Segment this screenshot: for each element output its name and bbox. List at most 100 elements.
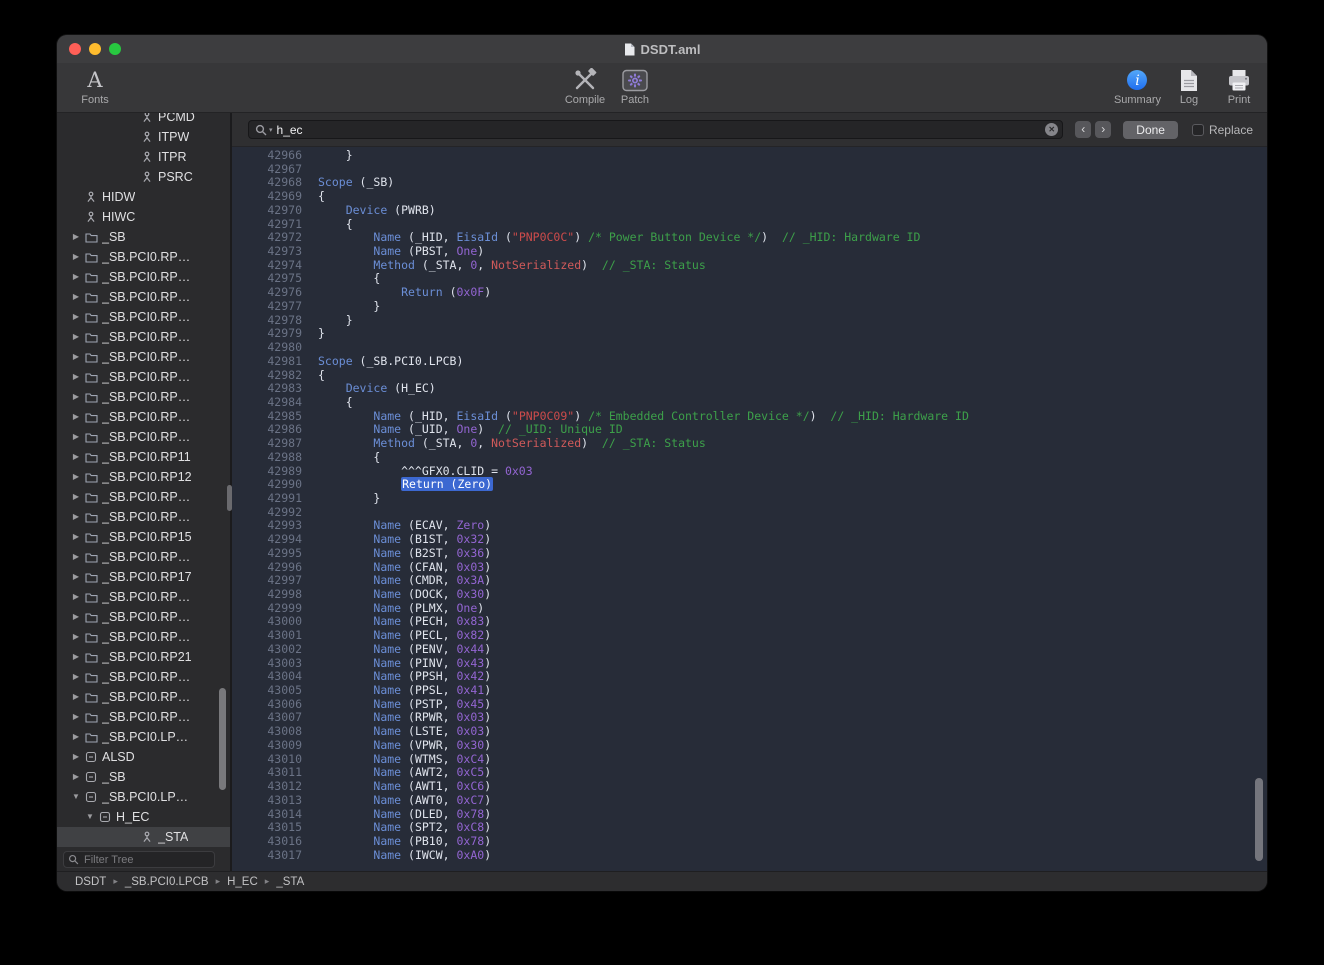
done-button[interactable]: Done bbox=[1123, 121, 1178, 139]
log-button[interactable]: Log bbox=[1167, 67, 1211, 106]
search-options-chevron-icon[interactable]: ▾ bbox=[269, 126, 273, 134]
tree-item-sb-pci0-rp[interactable]: ▶_SB.PCI0.RP… bbox=[57, 387, 230, 407]
disclosure-closed-icon[interactable]: ▶ bbox=[69, 687, 83, 707]
disclosure-closed-icon[interactable]: ▶ bbox=[69, 527, 83, 547]
find-next-button[interactable]: › bbox=[1095, 121, 1111, 138]
disclosure-closed-icon[interactable]: ▶ bbox=[69, 587, 83, 607]
line-number: 42975 bbox=[250, 272, 302, 286]
tree-item-sb-pci0-rp[interactable]: ▶_SB.PCI0.RP… bbox=[57, 247, 230, 267]
disclosure-open-icon[interactable]: ▼ bbox=[69, 787, 83, 807]
patch-button[interactable]: Patch bbox=[613, 67, 657, 106]
tree-item-itpr[interactable]: ITPR bbox=[57, 147, 230, 167]
disclosure-closed-icon[interactable]: ▶ bbox=[69, 747, 83, 767]
tree-item-sb-pci0-lp[interactable]: ▼_SB.PCI0.LP… bbox=[57, 787, 230, 807]
tree-item-sta[interactable]: _STA bbox=[57, 827, 230, 847]
tree-item-sb-pci0-rp[interactable]: ▶_SB.PCI0.RP… bbox=[57, 707, 230, 727]
tree-item-sb-pci0-rp17[interactable]: ▶_SB.PCI0.RP17 bbox=[57, 567, 230, 587]
disclosure-closed-icon[interactable]: ▶ bbox=[69, 547, 83, 567]
disclosure-closed-icon[interactable]: ▶ bbox=[69, 327, 83, 347]
code-lines: 42966 }4296742968Scope (_SB)42969{42970 … bbox=[250, 149, 1267, 862]
tree-item-sb-pci0-rp[interactable]: ▶_SB.PCI0.RP… bbox=[57, 367, 230, 387]
disclosure-closed-icon[interactable]: ▶ bbox=[69, 447, 83, 467]
tree-item-sb-pci0-rp[interactable]: ▶_SB.PCI0.RP… bbox=[57, 407, 230, 427]
line-number: 43007 bbox=[250, 711, 302, 725]
tree-item-sb-pci0-rp[interactable]: ▶_SB.PCI0.RP… bbox=[57, 607, 230, 627]
disclosure-closed-icon[interactable]: ▶ bbox=[69, 627, 83, 647]
disclosure-closed-icon[interactable]: ▶ bbox=[69, 707, 83, 727]
tree-item-sb-pci0-rp[interactable]: ▶_SB.PCI0.RP… bbox=[57, 547, 230, 567]
disclosure-closed-icon[interactable]: ▶ bbox=[69, 407, 83, 427]
find-previous-button[interactable]: ‹ bbox=[1075, 121, 1091, 138]
line-number: 43015 bbox=[250, 821, 302, 835]
clear-search-button[interactable]: ✕ bbox=[1045, 123, 1058, 136]
log-button-label: Log bbox=[1180, 94, 1198, 106]
code-text: } bbox=[318, 149, 1267, 163]
tree-item-label: _SB.PCI0.RP… bbox=[102, 510, 190, 524]
summary-button[interactable]: i Summary bbox=[1114, 67, 1161, 106]
filter-input[interactable] bbox=[82, 853, 210, 867]
tree-item-itpw[interactable]: ITPW bbox=[57, 127, 230, 147]
disclosure-closed-icon[interactable]: ▶ bbox=[69, 247, 83, 267]
tree-item-pcmd[interactable]: PCMD bbox=[57, 113, 230, 127]
disclosure-closed-icon[interactable]: ▶ bbox=[69, 647, 83, 667]
replace-label: Replace bbox=[1209, 123, 1253, 137]
tree-item-sb-pci0-rp12[interactable]: ▶_SB.PCI0.RP12 bbox=[57, 467, 230, 487]
tree-item-sb-pci0-rp[interactable]: ▶_SB.PCI0.RP… bbox=[57, 427, 230, 447]
find-nav-group: ‹ › bbox=[1075, 121, 1111, 138]
tree-item-sb-pci0-rp11[interactable]: ▶_SB.PCI0.RP11 bbox=[57, 447, 230, 467]
tree-item-h-ec[interactable]: ▼H_EC bbox=[57, 807, 230, 827]
replace-checkbox[interactable] bbox=[1192, 124, 1204, 136]
disclosure-closed-icon[interactable]: ▶ bbox=[69, 487, 83, 507]
tree-item-alsd[interactable]: ▶ALSD bbox=[57, 747, 230, 767]
tree-item-sb-pci0-rp[interactable]: ▶_SB.PCI0.RP… bbox=[57, 267, 230, 287]
disclosure-closed-icon[interactable]: ▶ bbox=[69, 767, 83, 787]
tree-item-sb-pci0-rp[interactable]: ▶_SB.PCI0.RP… bbox=[57, 487, 230, 507]
tree-item-sb-pci0-rp[interactable]: ▶_SB.PCI0.RP… bbox=[57, 667, 230, 687]
disclosure-closed-icon[interactable]: ▶ bbox=[69, 507, 83, 527]
fonts-button[interactable]: A Fonts bbox=[73, 67, 117, 106]
tree-item-psrc[interactable]: PSRC bbox=[57, 167, 230, 187]
disclosure-closed-icon[interactable]: ▶ bbox=[69, 727, 83, 747]
disclosure-closed-icon[interactable]: ▶ bbox=[69, 227, 83, 247]
tree-item-sb-pci0-rp[interactable]: ▶_SB.PCI0.RP… bbox=[57, 347, 230, 367]
tree-item-sb[interactable]: ▶_SB bbox=[57, 227, 230, 247]
code-editor[interactable]: 42966 }4296742968Scope (_SB)42969{42970 … bbox=[232, 147, 1267, 871]
editor-scrollbar[interactable] bbox=[1255, 778, 1263, 861]
disclosure-open-icon[interactable]: ▼ bbox=[83, 807, 97, 827]
line-number: 42994 bbox=[250, 533, 302, 547]
compile-button[interactable]: Compile bbox=[563, 67, 607, 106]
filter-field[interactable] bbox=[63, 851, 215, 868]
disclosure-closed-icon[interactable]: ▶ bbox=[69, 267, 83, 287]
tree-item-sb-pci0-rp[interactable]: ▶_SB.PCI0.RP… bbox=[57, 307, 230, 327]
print-button[interactable]: Print bbox=[1217, 67, 1261, 106]
tree-item-hidw[interactable]: HIDW bbox=[57, 187, 230, 207]
sidebar-scrollbar[interactable] bbox=[219, 688, 226, 790]
line-number: 43009 bbox=[250, 739, 302, 753]
tree-item-sb-pci0-rp15[interactable]: ▶_SB.PCI0.RP15 bbox=[57, 527, 230, 547]
disclosure-closed-icon[interactable]: ▶ bbox=[69, 387, 83, 407]
tree-item-hiwc[interactable]: HIWC bbox=[57, 207, 230, 227]
disclosure-closed-icon[interactable]: ▶ bbox=[69, 467, 83, 487]
disclosure-closed-icon[interactable]: ▶ bbox=[69, 667, 83, 687]
search-icon[interactable] bbox=[255, 124, 267, 136]
tree-item-sb-pci0-rp[interactable]: ▶_SB.PCI0.RP… bbox=[57, 327, 230, 347]
tree-item-sb-pci0-lp[interactable]: ▶_SB.PCI0.LP… bbox=[57, 727, 230, 747]
search-field[interactable]: ▾ ✕ bbox=[248, 120, 1063, 139]
tree-item-sb-pci0-rp[interactable]: ▶_SB.PCI0.RP… bbox=[57, 687, 230, 707]
disclosure-closed-icon[interactable]: ▶ bbox=[69, 607, 83, 627]
disclosure-closed-icon[interactable]: ▶ bbox=[69, 427, 83, 447]
tree-item-sb-pci0-rp[interactable]: ▶_SB.PCI0.RP… bbox=[57, 587, 230, 607]
replace-toggle[interactable]: Replace bbox=[1192, 123, 1253, 137]
search-input[interactable] bbox=[275, 122, 1044, 138]
tree-item-sb-pci0-rp21[interactable]: ▶_SB.PCI0.RP21 bbox=[57, 647, 230, 667]
disclosure-closed-icon[interactable]: ▶ bbox=[69, 347, 83, 367]
sidebar: PCMDITPWITPRPSRCHIDWHIWC▶_SB▶_SB.PCI0.RP… bbox=[57, 113, 230, 871]
disclosure-closed-icon[interactable]: ▶ bbox=[69, 307, 83, 327]
disclosure-closed-icon[interactable]: ▶ bbox=[69, 367, 83, 387]
disclosure-closed-icon[interactable]: ▶ bbox=[69, 567, 83, 587]
tree-item-sb-pci0-rp[interactable]: ▶_SB.PCI0.RP… bbox=[57, 627, 230, 647]
tree-item-sb-pci0-rp[interactable]: ▶_SB.PCI0.RP… bbox=[57, 287, 230, 307]
tree-item-sb[interactable]: ▶_SB bbox=[57, 767, 230, 787]
disclosure-closed-icon[interactable]: ▶ bbox=[69, 287, 83, 307]
tree-item-sb-pci0-rp[interactable]: ▶ _SB.PCI0.RP… bbox=[57, 507, 230, 527]
